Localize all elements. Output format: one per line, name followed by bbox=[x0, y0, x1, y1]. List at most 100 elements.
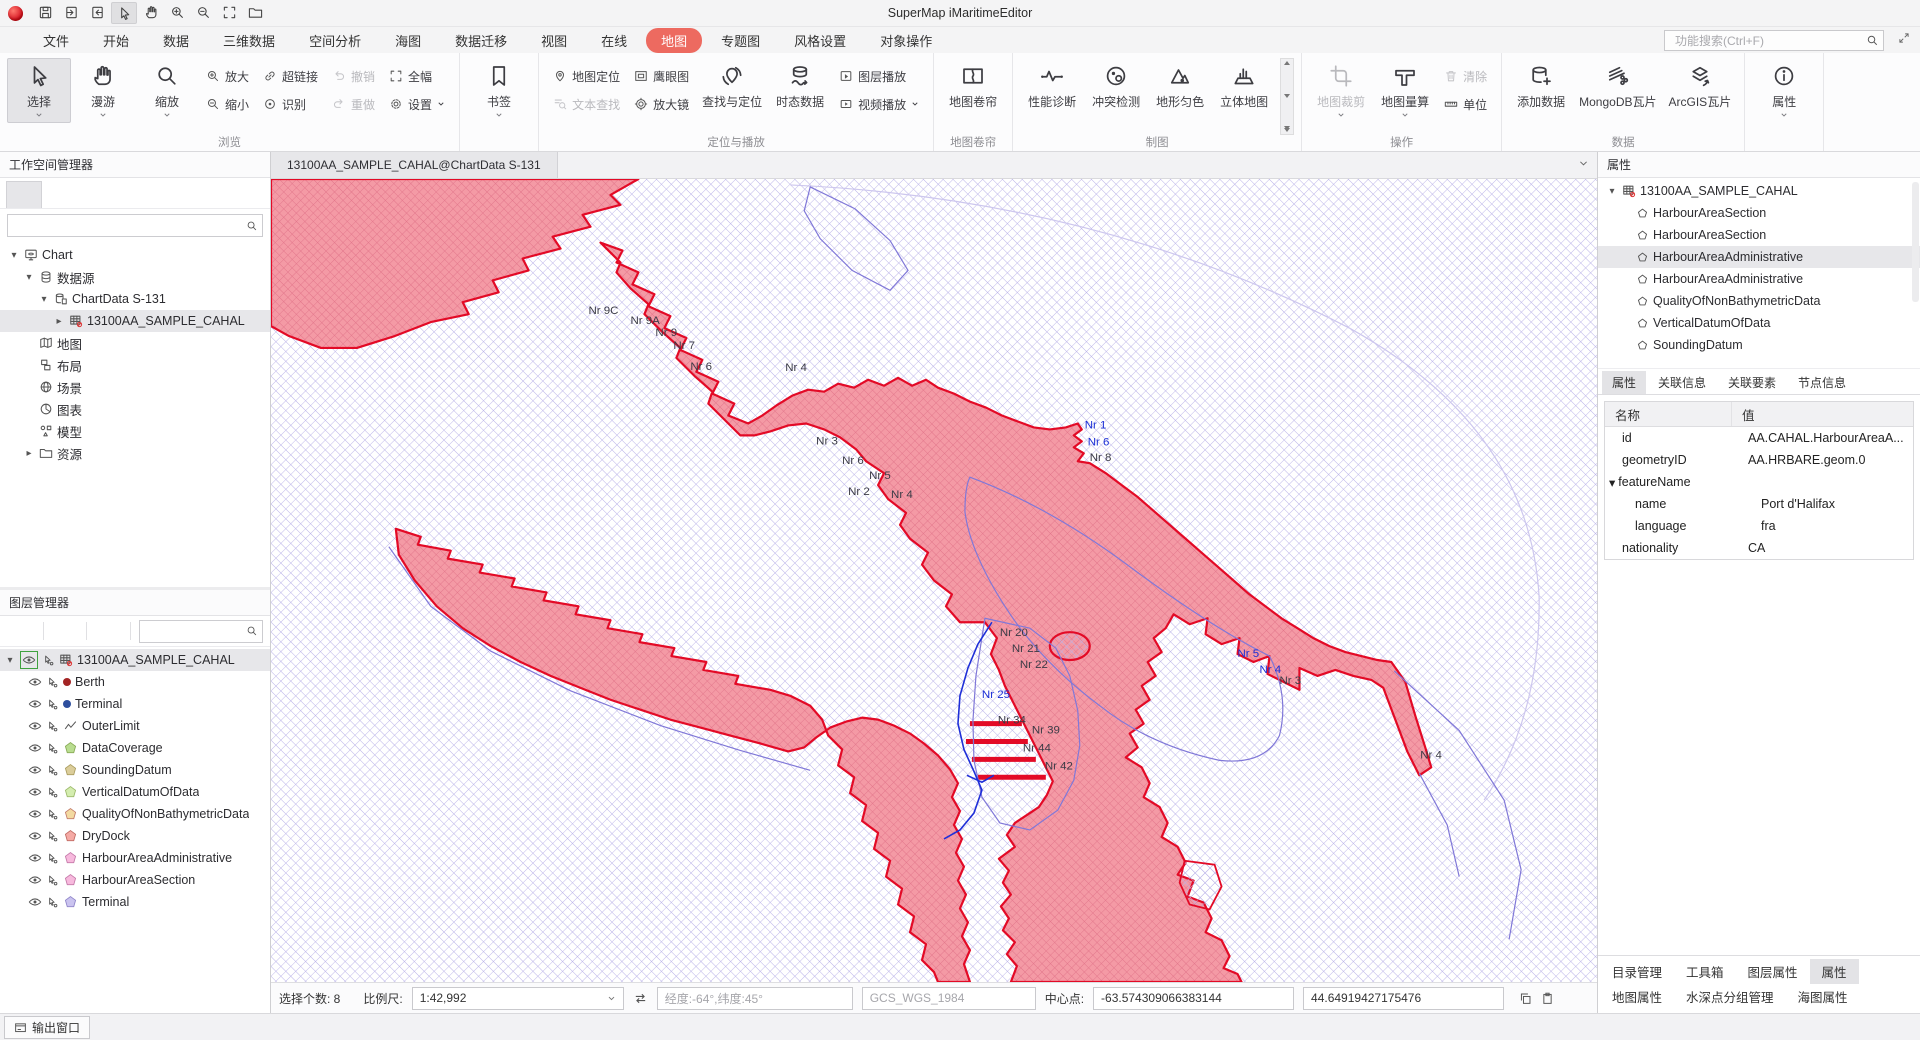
close-icon[interactable] bbox=[1896, 156, 1914, 174]
workspace-tree-item-数据源[interactable]: ▾数据源 bbox=[0, 266, 270, 288]
properties-tree-item-HarbourAreaSection[interactable]: HarbourAreaSection bbox=[1598, 202, 1920, 224]
attribute-row-language[interactable]: languagefra bbox=[1605, 515, 1913, 537]
dock-tab-水深点分组管理[interactable]: 水深点分组管理 bbox=[1674, 984, 1786, 1009]
scroll-up-icon[interactable] bbox=[1284, 61, 1290, 65]
crs-box[interactable]: GCS_WGS_1984 bbox=[862, 987, 1036, 1010]
properties-tree-item-HarbourAreaSection[interactable]: HarbourAreaSection bbox=[1598, 224, 1920, 246]
workspace-tree-item-ChartData S-131[interactable]: ▾ChartData S-131 bbox=[0, 288, 270, 310]
eye-icon[interactable] bbox=[28, 675, 42, 689]
save-button[interactable] bbox=[33, 2, 57, 22]
pan-hand-button[interactable] bbox=[139, 2, 163, 22]
dock-tab-目录管理[interactable]: 目录管理 bbox=[1600, 959, 1674, 984]
ribbon-button-设置[interactable]: 设置 bbox=[384, 92, 450, 116]
scroll-down-icon[interactable] bbox=[1284, 94, 1290, 98]
minimize-button[interactable] bbox=[1788, 0, 1832, 26]
menu-tab-专题图[interactable]: 专题图 bbox=[706, 28, 775, 53]
center-x-box[interactable]: -63.574309066383144 bbox=[1093, 987, 1294, 1010]
properties-tree-item-QualityOfNonBathymetricData[interactable]: QualityOfNonBathymetricData bbox=[1598, 290, 1920, 312]
ribbon-button-图层播放[interactable]: 图层播放 bbox=[834, 64, 924, 88]
close-icon[interactable] bbox=[246, 594, 264, 612]
tree-expander[interactable]: ▸ bbox=[53, 316, 65, 327]
ribbon-button-查找与定位[interactable]: 查找与定位 bbox=[696, 58, 768, 114]
ribbon-button-缩放[interactable]: 缩放 bbox=[135, 58, 199, 123]
ribbon-button-地图定位[interactable]: 地图定位 bbox=[548, 64, 625, 88]
layer-item-QualityOfNonBathymetricData[interactable]: QualityOfNonBathymetricData bbox=[0, 803, 270, 825]
menu-tab-地图[interactable]: 地图 bbox=[646, 28, 702, 53]
menu-tab-海图[interactable]: 海图 bbox=[380, 28, 436, 53]
zoom-out-button[interactable] bbox=[191, 2, 215, 22]
ribbon-button-书签[interactable]: 书签 bbox=[467, 58, 531, 123]
properties-tree-item-SoundingDatum[interactable]: SoundingDatum bbox=[1598, 334, 1920, 356]
ribbon-button-属性[interactable]: 属性 bbox=[1752, 58, 1816, 123]
pick-icon[interactable] bbox=[46, 830, 59, 843]
close-button[interactable] bbox=[1876, 0, 1920, 26]
eye-icon[interactable] bbox=[28, 807, 42, 821]
ribbon-button-缩小[interactable]: 缩小 bbox=[201, 92, 254, 116]
export-button[interactable] bbox=[85, 2, 109, 22]
import-button[interactable] bbox=[59, 2, 83, 22]
pin-icon[interactable] bbox=[228, 594, 246, 612]
menu-tab-数据迁移[interactable]: 数据迁移 bbox=[440, 28, 522, 53]
scrollbar[interactable] bbox=[1912, 182, 1919, 302]
properties-tree-item-VerticalDatumOfData[interactable]: VerticalDatumOfData bbox=[1598, 312, 1920, 334]
select-arrow-button[interactable] bbox=[111, 2, 137, 24]
chevron-down-icon[interactable] bbox=[1578, 158, 1589, 169]
properties-root-item[interactable]: ▾13100AA_SAMPLE_CAHAL bbox=[1598, 180, 1920, 202]
workspace-tree-item-模型[interactable]: 模型 bbox=[0, 420, 270, 442]
menu-tab-对象操作[interactable]: 对象操作 bbox=[865, 28, 947, 53]
workspace-tree-item-图表[interactable]: 图表 bbox=[0, 398, 270, 420]
ribbon-button-地图卷帘[interactable]: 地图卷帘 bbox=[941, 58, 1005, 114]
output-window-button[interactable]: 输出窗口 bbox=[4, 1016, 90, 1039]
lonlat-box[interactable]: 经度:-64°,纬度:45° bbox=[657, 987, 853, 1010]
properties-tab-关联要素[interactable]: 关联要素 bbox=[1718, 371, 1786, 394]
ribbon-button-单位[interactable]: 单位 bbox=[1439, 92, 1492, 116]
layer-item-Terminal[interactable]: Terminal bbox=[0, 891, 270, 913]
center-y-box[interactable]: 44.64919427175476 bbox=[1303, 987, 1504, 1010]
pick-icon[interactable] bbox=[46, 786, 59, 799]
maximize-button[interactable] bbox=[1832, 0, 1876, 26]
zoom-in-button[interactable] bbox=[165, 2, 189, 22]
pick-icon[interactable] bbox=[46, 764, 59, 777]
eye-icon[interactable] bbox=[28, 873, 42, 887]
layer-item-DataCoverage[interactable]: DataCoverage bbox=[0, 737, 270, 759]
dock-tab-图层属性[interactable]: 图层属性 bbox=[1736, 959, 1810, 984]
ribbon-scrollbar[interactable] bbox=[1280, 58, 1294, 135]
pin-icon[interactable] bbox=[228, 156, 246, 174]
ribbon-button-地形匀色[interactable]: 地形匀色 bbox=[1148, 58, 1212, 114]
pick-icon[interactable] bbox=[46, 676, 59, 689]
workspace-tree-item-地图[interactable]: 地图 bbox=[0, 332, 270, 354]
ribbon-button-时态数据[interactable]: 时态数据 bbox=[768, 58, 832, 114]
folder-button[interactable] bbox=[243, 2, 267, 22]
properties-tree-item-HarbourAreaAdministrative[interactable]: HarbourAreaAdministrative bbox=[1598, 268, 1920, 290]
ribbon-button-放大镜[interactable]: 放大镜 bbox=[629, 92, 694, 116]
map-canvas[interactable]: Nr 9CNr 9ANr 9Nr 7Nr 6Nr 4Nr 3Nr 6Nr 5Nr… bbox=[271, 179, 1597, 982]
ribbon-button-性能诊断[interactable]: 性能诊断 bbox=[1020, 58, 1084, 114]
eye-icon[interactable] bbox=[28, 895, 42, 909]
layer-search-box[interactable] bbox=[139, 620, 263, 643]
layer-item-HarbourAreaSection[interactable]: HarbourAreaSection bbox=[0, 869, 270, 891]
ribbon-button-选择[interactable]: 选择 bbox=[7, 58, 71, 123]
datasource-view-tab[interactable] bbox=[44, 182, 78, 208]
ribbon-button-清除[interactable]: 清除 bbox=[1439, 64, 1492, 88]
eye-icon[interactable] bbox=[28, 719, 42, 733]
ribbon-button-冲突检测[interactable]: 冲突检测 bbox=[1084, 58, 1148, 114]
ribbon-button-地图量算[interactable]: 地图量算 bbox=[1373, 58, 1437, 123]
ribbon-button-漫游[interactable]: 漫游 bbox=[71, 58, 135, 123]
expand-icon[interactable] bbox=[1898, 32, 1910, 44]
workspace-tree-item-资源[interactable]: ▸资源 bbox=[0, 442, 270, 464]
full-extent-button[interactable] bbox=[217, 2, 241, 22]
dock-tab-海图属性[interactable]: 海图属性 bbox=[1786, 984, 1860, 1009]
layer-item-OuterLimit[interactable]: OuterLimit bbox=[0, 715, 270, 737]
ribbon-button-超链接[interactable]: 超链接 bbox=[258, 64, 323, 88]
layer-item-Terminal[interactable]: Terminal bbox=[0, 693, 270, 715]
pick-icon[interactable] bbox=[46, 874, 59, 887]
pick-icon[interactable] bbox=[46, 852, 59, 865]
properties-tab-属性[interactable]: 属性 bbox=[1602, 371, 1646, 394]
layer-root-item[interactable]: ▾13100AA_SAMPLE_CAHAL bbox=[0, 649, 270, 671]
dock-tab-属性[interactable]: 属性 bbox=[1810, 959, 1859, 984]
paste-icon[interactable] bbox=[1541, 992, 1554, 1005]
close-icon[interactable] bbox=[246, 156, 264, 174]
menu-tab-三维数据[interactable]: 三维数据 bbox=[208, 28, 290, 53]
layer-item-VerticalDatumOfData[interactable]: VerticalDatumOfData bbox=[0, 781, 270, 803]
scale-combo[interactable]: 1:42,992 bbox=[412, 987, 624, 1010]
